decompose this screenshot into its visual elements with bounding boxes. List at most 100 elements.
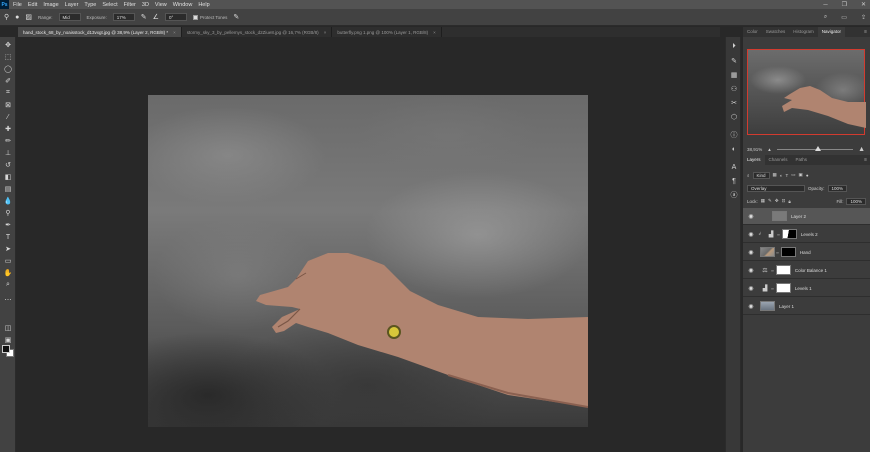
menu-window[interactable]: Window xyxy=(173,2,193,8)
layer-name[interactable]: Color Balance 1 xyxy=(795,268,827,273)
layer-mask-thumbnail[interactable] xyxy=(775,265,791,275)
filter-shape-icon[interactable]: ▭ xyxy=(791,172,795,178)
close-tab-icon[interactable]: × xyxy=(433,30,436,35)
visibility-eye-icon[interactable]: ◉ xyxy=(746,249,756,256)
tab-histogram[interactable]: Histogram xyxy=(789,27,818,37)
layer-name[interactable]: Layer 1 xyxy=(779,304,794,309)
mask-link-icon[interactable]: ∞ xyxy=(777,232,780,237)
lasso-tool-icon[interactable]: ◯ xyxy=(3,64,13,74)
glyphs-icon[interactable]: ⓐ xyxy=(729,190,739,200)
quick-select-tool-icon[interactable]: ✐ xyxy=(3,76,13,86)
quick-mask-icon[interactable]: ◫ xyxy=(3,323,13,333)
more-tools-icon[interactable]: ⋯ xyxy=(3,295,13,305)
menu-layer[interactable]: Layer xyxy=(65,2,79,8)
info-icon[interactable]: ⓘ xyxy=(729,130,739,140)
menu-3d[interactable]: 3D xyxy=(142,2,149,8)
opacity-input[interactable]: 100% xyxy=(827,184,848,192)
crop-tool-icon[interactable]: ⌗ xyxy=(3,88,13,98)
angle-input[interactable]: 0° xyxy=(164,13,187,21)
filter-adjustment-icon[interactable]: ◐ xyxy=(780,173,783,178)
frame-tool-icon[interactable]: ⊠ xyxy=(3,100,13,110)
restore-button[interactable]: ❐ xyxy=(842,1,847,8)
layer-row-layer-2[interactable]: ◉ Layer 2 xyxy=(743,208,870,225)
history-icon[interactable]: ⏵ xyxy=(729,42,739,52)
visibility-eye-icon[interactable]: ◉ xyxy=(746,285,756,292)
dodge-tool-icon[interactable]: ⚲ xyxy=(3,208,13,218)
menu-image[interactable]: Image xyxy=(43,2,58,8)
3d-icon[interactable]: ⬡ xyxy=(729,112,739,122)
range-select[interactable]: Mid xyxy=(58,13,81,21)
mask-link-icon[interactable]: ∞ xyxy=(776,250,779,255)
close-button[interactable]: ✕ xyxy=(861,1,866,8)
brush-tool-icon[interactable]: ✏ xyxy=(3,136,13,146)
canvas-area[interactable] xyxy=(18,37,718,452)
navigator-thumbnail[interactable] xyxy=(747,49,866,135)
pressure-icon[interactable]: ✎ xyxy=(233,13,239,21)
workspace-icon[interactable]: ▭ xyxy=(841,14,847,21)
character-icon[interactable]: A xyxy=(729,162,739,172)
path-select-tool-icon[interactable]: ➤ xyxy=(3,244,13,254)
visibility-eye-icon[interactable]: ◉ xyxy=(746,213,756,220)
tab-hand-stock[interactable]: hand_stock_68_by_noais­stock_d13vxgt.jpg… xyxy=(18,27,182,37)
checkbox-box[interactable] xyxy=(192,14,198,20)
layer-mask-thumbnail[interactable] xyxy=(780,247,796,257)
clone-source-icon[interactable]: ⚇ xyxy=(729,84,739,94)
zoom-out-icon[interactable]: ▲ xyxy=(767,147,771,152)
layer-row-color-balance-1[interactable]: ◉ ⚖ ∞ Color Balance 1 xyxy=(743,262,870,279)
marquee-tool-icon[interactable]: ⬚ xyxy=(3,52,13,62)
visibility-eye-icon[interactable]: ◉ xyxy=(746,231,756,238)
layer-mask-thumbnail[interactable] xyxy=(775,283,791,293)
visibility-eye-icon[interactable]: ◉ xyxy=(746,267,756,274)
swatches-icon[interactable]: ▦ xyxy=(729,70,739,80)
menu-view[interactable]: View xyxy=(155,2,167,8)
adjustments-icon[interactable]: ◐ xyxy=(729,144,739,154)
blend-mode-select[interactable]: Overlay xyxy=(747,184,805,192)
history-brush-icon[interactable]: ↺ xyxy=(3,160,13,170)
share-icon[interactable]: ⇪ xyxy=(861,14,866,21)
tab-butterfly[interactable]: butterfly.png 1.png @ 100% (Layer 1, RGB… xyxy=(332,27,442,37)
filter-pixel-icon[interactable]: ▩ xyxy=(773,172,777,178)
zoom-slider-knob[interactable] xyxy=(814,145,821,151)
transform-icon[interactable]: ✂ xyxy=(729,98,739,108)
kind-filter-select[interactable]: Kind xyxy=(752,171,770,179)
brush-settings-icon[interactable]: ▨ xyxy=(25,13,32,21)
layer-mask-thumbnail[interactable] xyxy=(781,229,797,239)
brush-icon[interactable]: ✎ xyxy=(729,56,739,66)
airbrush-icon[interactable]: ✎ xyxy=(141,13,147,21)
mask-link-icon[interactable]: ∞ xyxy=(771,286,774,291)
menu-select[interactable]: Select xyxy=(102,2,117,8)
tab-navigator[interactable]: Navigator xyxy=(817,27,846,37)
filter-toggle-icon[interactable]: ● xyxy=(806,173,809,178)
type-tool-icon[interactable]: T xyxy=(3,232,13,242)
hand-tool-icon[interactable]: ✋ xyxy=(3,268,13,278)
layer-row-levels-1[interactable]: ◉ ▟ ∞ Levels 1 xyxy=(743,280,870,297)
tab-paths[interactable]: Paths xyxy=(792,155,812,165)
lock-artboard-icon[interactable]: ⊡ xyxy=(782,198,786,204)
tab-swatches[interactable]: Swatches xyxy=(762,27,790,37)
move-tool-icon[interactable]: ✥ xyxy=(3,40,13,50)
tab-stormy-sky[interactable]: stormy_sky_3_by_pellemys_stock_d2Ziue8.j… xyxy=(182,27,333,37)
zoom-value[interactable]: 38,91% xyxy=(747,147,762,152)
menu-file[interactable]: File xyxy=(13,2,22,8)
layer-name[interactable]: Hand xyxy=(800,250,811,255)
fill-input[interactable]: 100% xyxy=(846,197,866,205)
menu-filter[interactable]: Filter xyxy=(124,2,136,8)
zoom-tool-icon[interactable]: ⌕ xyxy=(3,280,13,290)
pen-tool-icon[interactable]: ✒ xyxy=(3,220,13,230)
lock-paint-icon[interactable]: ✎ xyxy=(768,198,772,204)
filter-type-icon[interactable]: T xyxy=(786,173,789,178)
tab-color[interactable]: Color xyxy=(743,27,762,37)
panel-menu-icon[interactable]: ≡ xyxy=(864,29,867,35)
menu-edit[interactable]: Edit xyxy=(28,2,37,8)
mask-link-icon[interactable]: ∞ xyxy=(771,268,774,273)
close-tab-icon[interactable]: × xyxy=(324,30,327,35)
visibility-eye-icon[interactable]: ◉ xyxy=(746,303,756,310)
eraser-tool-icon[interactable]: ◧ xyxy=(3,172,13,182)
close-tab-icon[interactable]: × xyxy=(173,30,176,35)
tab-layers[interactable]: Layers xyxy=(743,155,765,165)
layer-row-hand[interactable]: ◉ ∞ Hand xyxy=(743,244,870,261)
brush-preset-icon[interactable]: ● xyxy=(15,14,19,21)
foreground-color-swatch[interactable] xyxy=(2,345,10,353)
gradient-tool-icon[interactable]: ▤ xyxy=(3,184,13,194)
dodge-tool-icon[interactable]: ⚲ xyxy=(4,13,9,21)
